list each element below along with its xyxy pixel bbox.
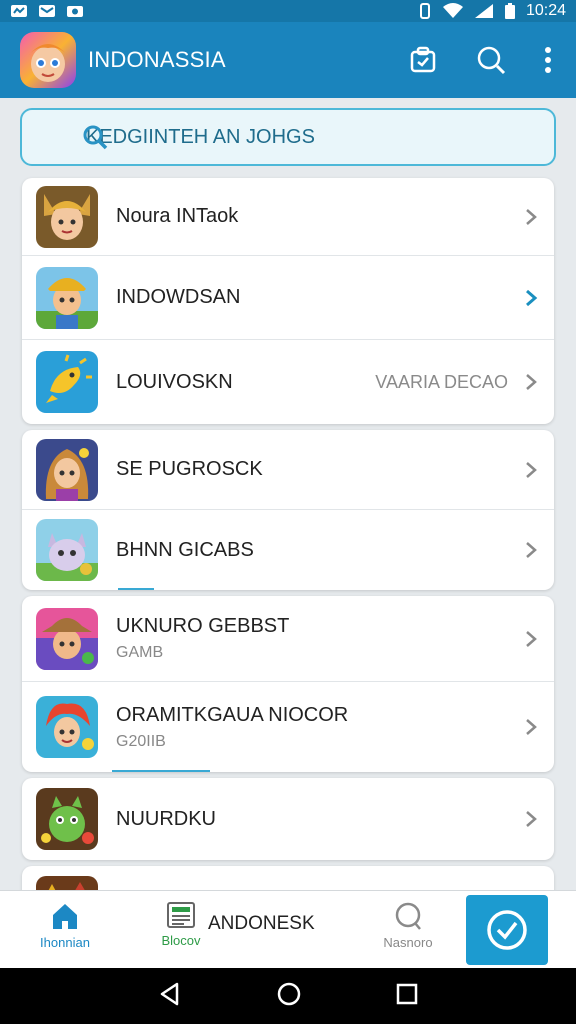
home-system-button[interactable] [276,981,302,1012]
list-item[interactable]: BHNN GICABS [22,510,554,590]
vibrate-icon [419,3,430,19]
list-card: SE PUGROSCK BHNN GICABS [22,430,554,590]
camera-icon [67,6,83,17]
list-item[interactable]: UKNURO GEBBST GAMB [22,596,554,682]
signal-icon [474,4,493,18]
recents-button[interactable] [395,982,419,1011]
list-item[interactable]: ORAMITKGAUA NIOCOR G20IIB [22,682,554,772]
check-circle-icon [487,910,527,950]
nav-news[interactable]: Blocov [148,901,214,948]
app-title: INDONASSIA [88,47,226,72]
back-icon [160,982,178,1005]
newspaper-icon [167,902,195,928]
home-icon [53,904,77,929]
app-list: Noura INTaok INDOWDSAN LOUIVOSKN VAARIA … [22,178,554,912]
chevron-right-icon [526,461,537,478]
app-logo [20,32,76,88]
search-query: KEDGIINTEH AN JOHGS [86,125,315,148]
search-icon [477,46,506,75]
chevron-right-icon [526,374,537,390]
notification-icon [11,5,27,17]
nav-indonesia-label: ANDONESK [208,913,315,934]
search-field-icon [82,124,108,155]
nav-news-label: Blocov [161,933,201,948]
chevron-right-icon [526,811,537,827]
status-time: 10:24 [525,2,566,19]
item-title: UKNURO GEBBST [116,615,290,637]
app-bar: INDONASSIA [0,22,576,98]
fox-character-icon [36,185,98,248]
cat-character-icon [36,519,98,581]
item-title: ORAMITKGAUA NIOCOR [116,703,349,726]
dino-character-icon [36,788,98,850]
boy-hat-character-icon [36,266,98,329]
list-item[interactable]: LOUIVOSKN VAARIA DECAO [22,340,554,424]
wifi-icon [442,3,463,18]
list-item[interactable]: NUURDKU [22,778,554,860]
item-title: BHNN GICABS [116,538,254,561]
progress-indicator [112,770,210,772]
more-options-button[interactable] [536,37,560,83]
nav-messages-label: Nasnoro [383,935,433,950]
back-button[interactable] [157,981,183,1012]
chevron-right-icon [526,719,537,735]
battery-icon [504,3,515,19]
list-card: UKNURO GEBBST GAMB ORAMITKGAUA NIOCOR G2… [22,596,554,772]
chat-bubble-icon [395,902,421,930]
more-vert-icon [545,47,551,73]
scroll-indicator [118,588,154,590]
clipboard-icon [410,46,436,73]
item-title: SE PUGROSCK [116,458,263,480]
system-nav-bar [0,968,576,1024]
mail-icon [39,5,55,17]
redhead-character-icon [36,696,98,758]
cowboy-character-icon [36,607,98,670]
chevron-right-icon [526,208,537,225]
item-subtitle: GAMB [116,644,164,661]
bottom-nav: Ihonnian Blocov ANDONESK Nasnoro [0,890,576,968]
item-title: Noura INTaok [116,205,239,227]
clipboard-button[interactable] [400,37,446,83]
chevron-right-icon [526,289,538,306]
item-title: LOUIVOSKN [116,370,233,393]
chevron-right-icon [526,630,537,647]
nav-home-label: Ihonnian [40,935,90,950]
nav-indonesia[interactable]: ANDONESK [208,913,315,935]
list-item[interactable]: INDOWDSAN [22,256,554,340]
status-bar: 10:24 [0,0,576,22]
list-card: NUURDKU [22,778,554,860]
girl-character-icon [36,438,98,501]
search-button[interactable] [468,37,514,83]
check-action-button[interactable] [466,895,548,965]
item-subtitle: G20IIB [116,732,166,750]
list-item[interactable]: SE PUGROSCK [22,430,554,510]
list-item[interactable]: Noura INTaok [22,178,554,256]
item-title: INDOWDSAN [116,286,241,308]
nav-home[interactable]: Ihonnian [22,901,108,950]
item-value: VAARIA DECAO [375,371,508,392]
home-circle-icon [277,982,301,1005]
item-title: NUURDKU [116,807,216,830]
nav-messages[interactable]: Nasnoro [372,901,444,950]
sun-fish-icon [36,351,98,413]
recents-icon [397,983,418,1004]
chevron-right-icon [526,542,537,558]
list-card: Noura INTaok INDOWDSAN LOUIVOSKN VAARIA … [22,178,554,424]
